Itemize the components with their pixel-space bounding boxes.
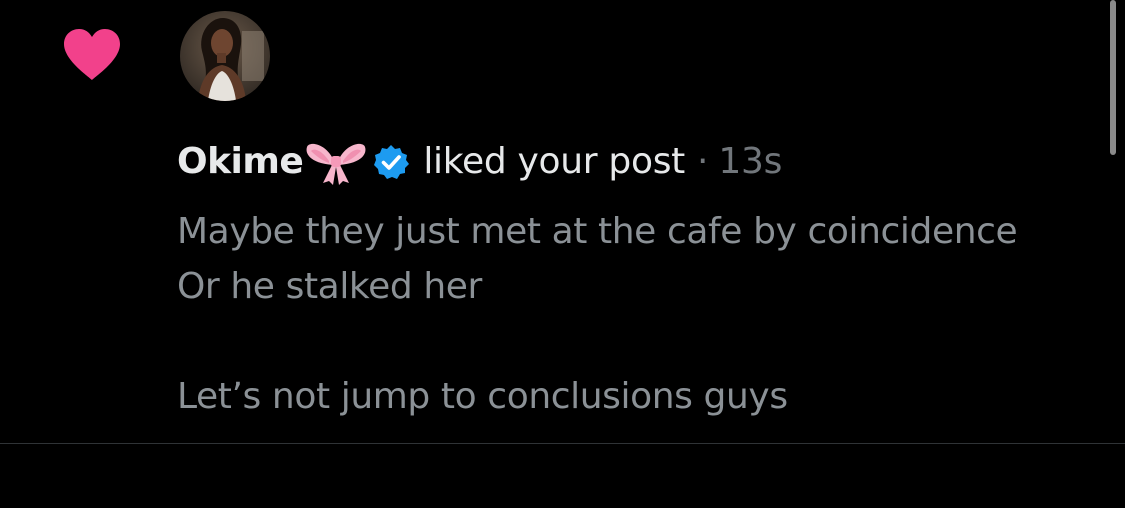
user-display-name[interactable]: Okime	[177, 139, 304, 185]
heart-icon	[62, 28, 122, 82]
separator-dot: ·	[696, 141, 709, 182]
divider	[0, 443, 1125, 444]
verified-icon	[373, 144, 410, 180]
timestamp: 13s	[718, 141, 783, 182]
avatar[interactable]	[180, 11, 270, 101]
post-text-line: Or he stalked her	[177, 266, 482, 307]
post-text-line: Maybe they just met at the cafe by coinc…	[177, 211, 1018, 252]
post-text-line	[177, 314, 1097, 369]
notification-headline: Okime liked your post · 13s	[177, 139, 782, 185]
bow-icon	[305, 139, 367, 185]
notification-action: liked your post	[423, 141, 685, 182]
post-text-line: Let’s not jump to conclusions guys	[177, 376, 788, 417]
post-preview[interactable]: Maybe they just met at the cafe by coinc…	[177, 204, 1097, 424]
like-notification[interactable]: Okime liked your post · 13s Maybe they j…	[0, 0, 1125, 443]
scrollbar[interactable]	[1110, 0, 1116, 155]
